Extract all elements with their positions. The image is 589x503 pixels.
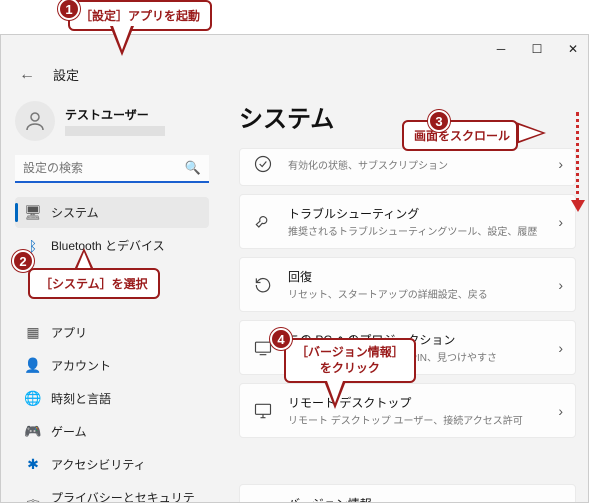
card-recovery[interactable]: 回復 リセット、スタートアップの詳細設定、戻る › bbox=[239, 257, 576, 312]
search-icon: 🔍 bbox=[185, 160, 201, 176]
close-button[interactable]: ✕ bbox=[564, 40, 582, 58]
person-icon bbox=[23, 109, 47, 133]
sidebar-item-label: システム bbox=[51, 204, 99, 221]
chevron-right-icon: › bbox=[558, 403, 563, 419]
callout-3-badge: 3 bbox=[428, 110, 450, 132]
sidebar-item-system[interactable]: 🖥 システム bbox=[15, 197, 209, 228]
callout-2-text: ［システム］を選択 bbox=[28, 268, 160, 299]
sidebar-item-apps[interactable]: ▦ アプリ bbox=[15, 317, 209, 348]
card-desc: リセット、スタートアップの詳細設定、戻る bbox=[288, 286, 544, 301]
privacy-icon: 🛡 bbox=[25, 498, 41, 503]
card-desc: 推奨されるトラブルシューティングツール、設定、履歴 bbox=[288, 223, 544, 238]
settings-card-list: 有効化の状態、サブスクリプション › トラブルシューティング 推奨されるトラブル… bbox=[239, 148, 576, 502]
card-about[interactable]: バージョン情報 デバイス仕様、PC 名変更、Windows 仕様 › bbox=[239, 484, 576, 502]
sidebar-item-label: ゲーム bbox=[51, 423, 87, 440]
chevron-right-icon: › bbox=[558, 156, 563, 172]
chevron-right-icon: › bbox=[558, 214, 563, 230]
user-account-row[interactable]: テストユーザー bbox=[15, 101, 209, 141]
back-arrow-icon[interactable]: ← bbox=[19, 66, 35, 84]
chevron-right-icon: › bbox=[558, 340, 563, 356]
scroll-indicator-arrow-icon bbox=[571, 200, 585, 212]
search-box[interactable]: 🔍 bbox=[15, 155, 209, 183]
sidebar-item-privacy[interactable]: 🛡 プライバシーとセキュリティ bbox=[15, 482, 209, 503]
sidebar-item-gaming[interactable]: 🎮 ゲーム bbox=[15, 416, 209, 447]
system-icon: 🖥 bbox=[25, 205, 41, 221]
chevron-right-icon: › bbox=[558, 277, 563, 293]
maximize-button[interactable]: ☐ bbox=[528, 40, 546, 58]
card-title: トラブルシューティング bbox=[288, 205, 544, 222]
callout-4-text: ［バージョン情報］をクリック bbox=[284, 338, 416, 383]
card-troubleshoot[interactable]: トラブルシューティング 推奨されるトラブルシューティングツール、設定、履歴 › bbox=[239, 194, 576, 249]
card-activation[interactable]: 有効化の状態、サブスクリプション › bbox=[239, 148, 576, 186]
accessibility-icon: ✱ bbox=[25, 457, 41, 473]
callout-4-badge: 4 bbox=[270, 328, 292, 350]
sidebar-item-time-language[interactable]: 🌐 時刻と言語 bbox=[15, 383, 209, 414]
activation-icon bbox=[252, 153, 274, 175]
sidebar-item-accounts[interactable]: 👤 アカウント bbox=[15, 350, 209, 381]
time-language-icon: 🌐 bbox=[25, 391, 41, 407]
sidebar-item-bluetooth[interactable]: ᛒ Bluetooth とデバイス bbox=[15, 230, 209, 261]
about-icon bbox=[252, 501, 274, 503]
user-name: テストユーザー bbox=[65, 106, 165, 123]
callout-4: ［バージョン情報］をクリック 4 bbox=[276, 334, 416, 383]
nav-list: 🖥 システム ᛒ Bluetooth とデバイス ネットワークとインターネット … bbox=[15, 197, 209, 503]
sidebar-item-accessibility[interactable]: ✱ アクセシビリティ bbox=[15, 449, 209, 480]
sidebar-item-label: アカウント bbox=[51, 357, 111, 374]
user-email-placeholder bbox=[65, 126, 165, 136]
callout-2: ［システム］を選択 2 bbox=[14, 258, 160, 299]
callout-3-text: 画面をスクロール bbox=[402, 120, 518, 151]
window-titlebar: ─ ☐ ✕ bbox=[1, 35, 588, 63]
main-panel: システム 有効化の状態、サブスクリプション › トラブルシューティング 推奨され… bbox=[219, 93, 588, 502]
gaming-icon: 🎮 bbox=[25, 424, 41, 440]
callout-2-badge: 2 bbox=[12, 250, 34, 272]
sidebar-item-label: アプリ bbox=[51, 324, 87, 341]
avatar bbox=[15, 101, 55, 141]
header-row: ← 設定 bbox=[19, 65, 79, 84]
remote-desktop-icon bbox=[252, 400, 274, 422]
search-input[interactable] bbox=[23, 161, 185, 175]
troubleshoot-icon bbox=[252, 211, 274, 233]
callout-3: 画面をスクロール 3 bbox=[402, 120, 518, 151]
sidebar-item-label: 時刻と言語 bbox=[51, 390, 111, 407]
scroll-indicator-line bbox=[575, 112, 579, 202]
card-title: バージョン情報 bbox=[288, 495, 544, 502]
accounts-icon: 👤 bbox=[25, 358, 41, 374]
callout-1-text: ［設定］アプリを起動 bbox=[68, 0, 212, 31]
sidebar-item-label: アクセシビリティ bbox=[51, 456, 146, 473]
card-remote-desktop[interactable]: リモート デスクトップ リモート デスクトップ ユーザー、接続アクセス許可 › bbox=[239, 383, 576, 438]
apps-icon: ▦ bbox=[25, 325, 41, 341]
sidebar-item-label: Bluetooth とデバイス bbox=[51, 237, 165, 254]
card-title: 回復 bbox=[288, 268, 544, 285]
minimize-button[interactable]: ─ bbox=[492, 40, 510, 58]
card-desc: 有効化の状態、サブスクリプション bbox=[288, 157, 544, 172]
card-desc: リモート デスクトップ ユーザー、接続アクセス許可 bbox=[288, 412, 544, 427]
recovery-icon bbox=[252, 274, 274, 296]
app-title: 設定 bbox=[53, 65, 79, 84]
callout-1: ［設定］アプリを起動 1 bbox=[68, 0, 212, 31]
sidebar-item-label: プライバシーとセキュリティ bbox=[51, 489, 199, 503]
